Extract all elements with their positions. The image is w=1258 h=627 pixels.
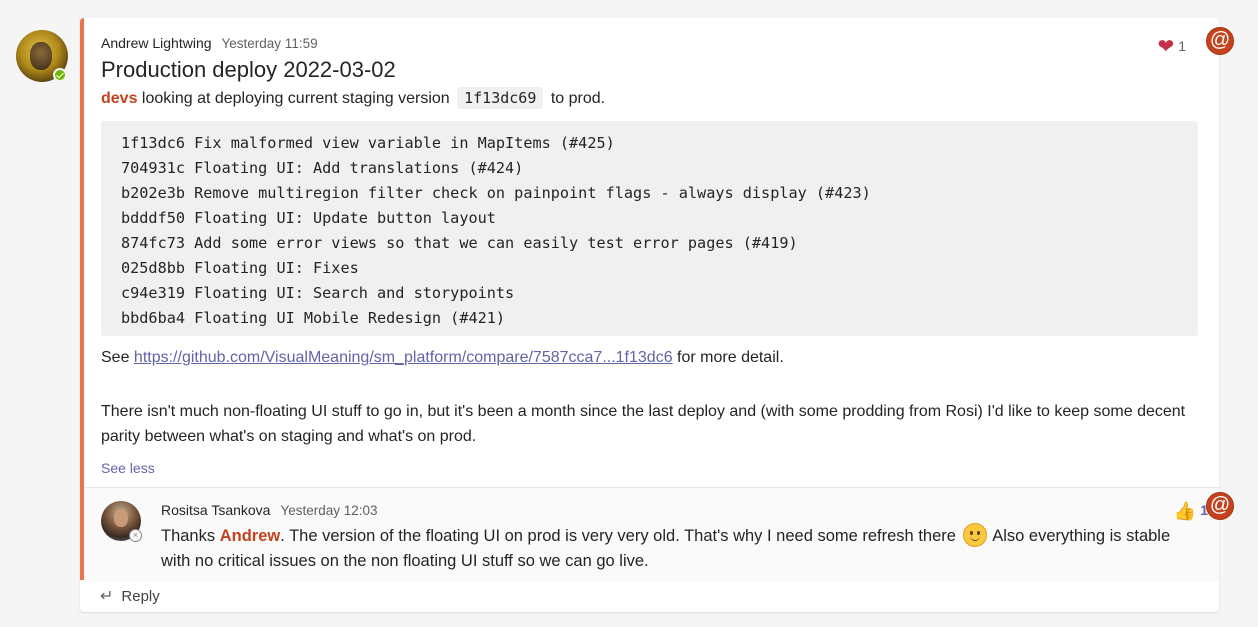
reply-message: × Rositsa Tsankova Yesterday 12:03 Thanks… — [84, 487, 1219, 581]
post-timestamp: Yesterday 11:59 — [221, 36, 318, 51]
mention-at-icon: @ — [1206, 492, 1234, 520]
smile-emoji-icon — [962, 523, 987, 547]
message-thread-card: Andrew Lightwing Yesterday 11:59 Producti… — [80, 18, 1219, 612]
reply-label: Reply — [121, 588, 160, 605]
reply-meta: Rositsa Tsankova Yesterday 12:03 — [161, 502, 378, 518]
like-reaction[interactable]: 👍 1 — [1174, 501, 1208, 522]
presence-available-icon — [53, 68, 67, 82]
heart-reaction[interactable]: ❤ 1 — [1157, 34, 1186, 59]
commit-code-block: 1f13dc6 Fix malformed view variable in M… — [101, 121, 1198, 336]
post-intro-line: devs looking at deploying current stagin… — [101, 87, 606, 109]
user-mention[interactable]: Andrew — [220, 527, 281, 545]
compare-link[interactable]: https://github.com/VisualMeaning/sm_plat… — [134, 349, 673, 366]
commit-line: 025d8bb Floating UI: Fixes — [121, 259, 359, 277]
heart-icon: ❤ — [1157, 36, 1175, 58]
see-suffix: for more detail. — [677, 349, 784, 366]
post-subject: Production deploy 2022-03-02 — [101, 57, 396, 82]
commit-line: bdddf50 Floating UI: Update button layou… — [121, 209, 496, 227]
post-paragraph: There isn't much non-floating UI stuff t… — [101, 403, 1186, 445]
reply-arrow-icon: ↵ — [100, 588, 114, 605]
reply-body: Thanks Andrew. The version of the floati… — [161, 523, 1181, 574]
commit-line: c94e319 Floating UI: Search and storypoi… — [121, 284, 515, 302]
reply-text-start: Thanks — [161, 527, 216, 545]
mention-at-icon: @ — [1206, 27, 1234, 55]
tag-mention[interactable]: devs — [101, 90, 137, 107]
compare-line: See https://github.com/VisualMeaning/sm_… — [101, 349, 784, 367]
thumbs-up-icon: 👍 — [1173, 501, 1197, 521]
commit-line: b202e3b Remove multiregion filter check … — [121, 184, 871, 202]
commit-line: 704931c Floating UI: Add translations (#… — [121, 159, 524, 177]
commit-line: bbd6ba4 Floating UI Mobile Redesign (#42… — [121, 309, 506, 327]
presence-offline-icon: × — [129, 529, 142, 542]
post-meta: Andrew Lightwing Yesterday 11:59 — [101, 35, 318, 51]
intro-text-end: to prod. — [550, 90, 606, 107]
commit-line: 874fc73 Add some error views so that we … — [121, 234, 798, 252]
commit-line: 1f13dc6 Fix malformed view variable in M… — [121, 134, 615, 152]
post-author[interactable]: Andrew Lightwing — [101, 35, 212, 51]
see-less-link[interactable]: See less — [101, 460, 155, 476]
version-code: 1f13dc69 — [457, 87, 544, 109]
reply-button[interactable]: ↵ Reply — [100, 586, 160, 606]
avatar-face — [30, 42, 52, 70]
reply-text-middle: . The version of the floating UI on prod… — [280, 527, 956, 545]
reply-author[interactable]: Rositsa Tsankova — [161, 502, 270, 518]
intro-text: looking at deploying current staging ver… — [141, 90, 450, 107]
see-prefix: See — [101, 349, 130, 366]
reply-timestamp: Yesterday 12:03 — [280, 503, 378, 518]
avatar-face — [114, 509, 128, 527]
heart-reaction-count: 1 — [1178, 38, 1186, 54]
